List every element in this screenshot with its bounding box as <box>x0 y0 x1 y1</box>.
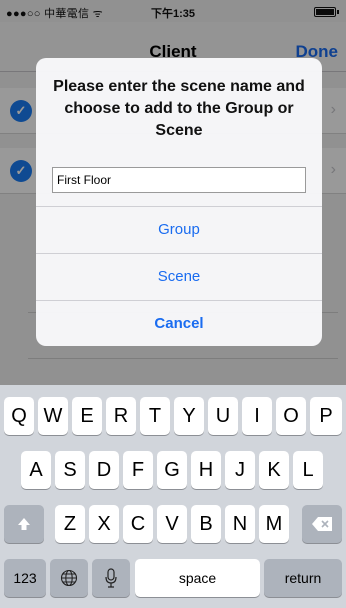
group-button[interactable]: Group <box>36 206 322 253</box>
numbers-key[interactable]: 123 <box>4 559 46 597</box>
scene-name-alert: Please enter the scene name and choose t… <box>36 58 322 346</box>
shift-icon <box>18 518 30 530</box>
scene-name-input[interactable] <box>52 167 306 193</box>
key-z[interactable]: Z <box>55 505 85 543</box>
globe-icon <box>60 569 78 587</box>
key-b[interactable]: B <box>191 505 221 543</box>
microphone-key[interactable] <box>92 559 130 597</box>
key-i[interactable]: I <box>242 397 272 435</box>
key-v[interactable]: V <box>157 505 187 543</box>
key-j[interactable]: J <box>225 451 255 489</box>
scene-button[interactable]: Scene <box>36 253 322 300</box>
key-s[interactable]: S <box>55 451 85 489</box>
alert-message: Please enter the scene name and choose t… <box>53 78 305 139</box>
key-x[interactable]: X <box>89 505 119 543</box>
key-a[interactable]: A <box>21 451 51 489</box>
key-l[interactable]: L <box>293 451 323 489</box>
key-d[interactable]: D <box>89 451 119 489</box>
key-m[interactable]: M <box>259 505 289 543</box>
key-f[interactable]: F <box>123 451 153 489</box>
keyboard: Q W E R T Y U I O P A S D F G H J K L Z … <box>0 385 346 608</box>
key-y[interactable]: Y <box>174 397 204 435</box>
key-n[interactable]: N <box>225 505 255 543</box>
return-key[interactable]: return <box>264 559 342 597</box>
space-key[interactable]: space <box>135 559 260 597</box>
key-g[interactable]: G <box>157 451 187 489</box>
key-r[interactable]: R <box>106 397 136 435</box>
key-h[interactable]: H <box>191 451 221 489</box>
backspace-icon <box>312 517 332 531</box>
shift-key[interactable] <box>4 505 44 543</box>
key-e[interactable]: E <box>72 397 102 435</box>
key-c[interactable]: C <box>123 505 153 543</box>
cancel-button[interactable]: Cancel <box>36 300 322 346</box>
globe-key[interactable] <box>50 559 88 597</box>
key-p[interactable]: P <box>310 397 342 435</box>
key-k[interactable]: K <box>259 451 289 489</box>
key-w[interactable]: W <box>38 397 68 435</box>
key-u[interactable]: U <box>208 397 238 435</box>
microphone-icon <box>105 568 117 588</box>
key-o[interactable]: O <box>276 397 306 435</box>
backspace-key[interactable] <box>302 505 342 543</box>
key-t[interactable]: T <box>140 397 170 435</box>
key-q[interactable]: Q <box>4 397 34 435</box>
